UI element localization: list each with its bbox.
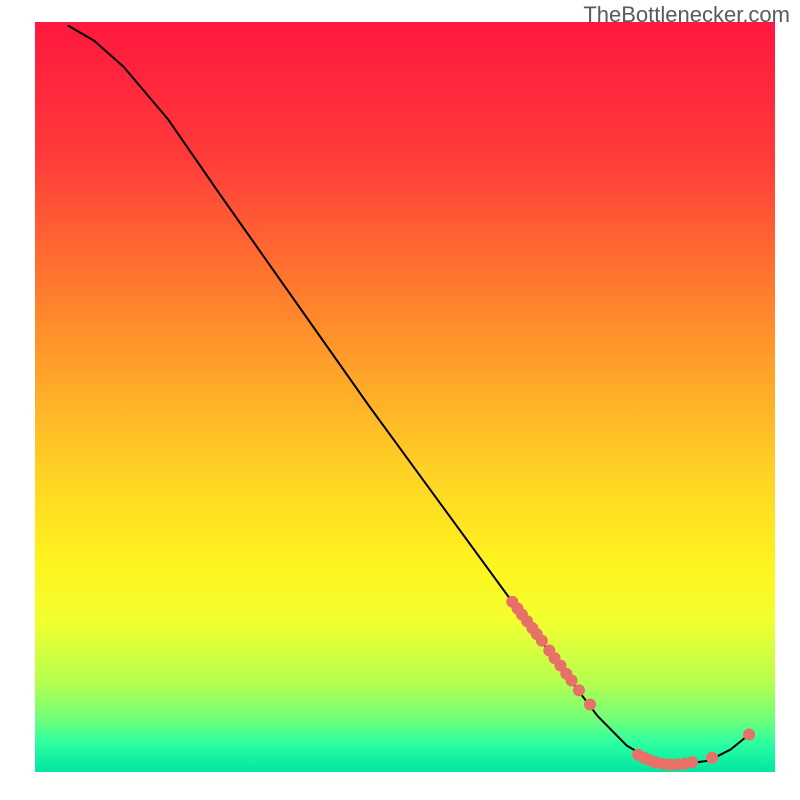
watermark-label: TheBottlenecker.com (583, 2, 790, 28)
data-marker (743, 729, 755, 741)
chart-container: TheBottlenecker.com (0, 0, 800, 800)
data-marker (706, 752, 718, 764)
data-marker (584, 699, 596, 711)
data-marker (566, 675, 578, 687)
data-marker (536, 635, 548, 647)
plot-background (35, 22, 775, 772)
data-marker (573, 684, 585, 696)
data-marker (686, 756, 698, 768)
chart-svg (0, 0, 800, 800)
